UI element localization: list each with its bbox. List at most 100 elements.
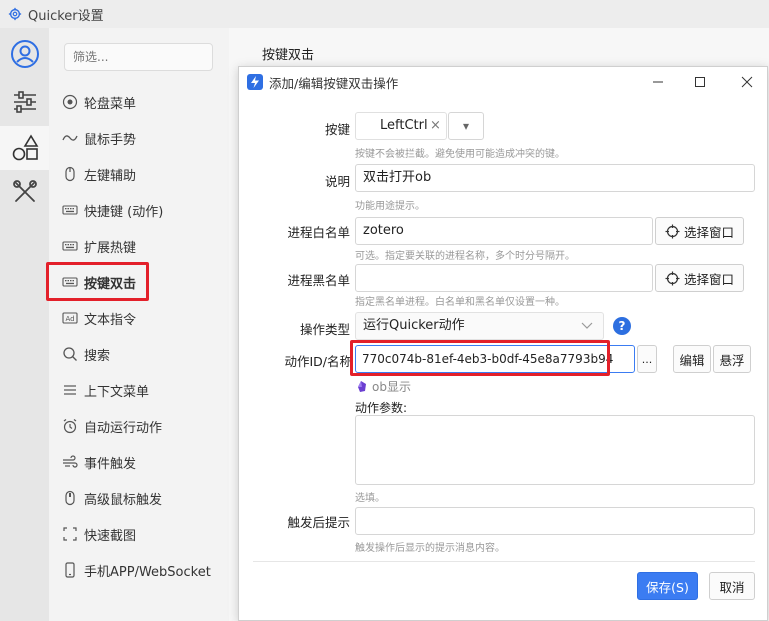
page-title: 按键双击 [262,48,315,63]
sidebar-item-mouse-gesture[interactable]: 鼠标手势 [49,121,229,155]
save-button[interactable]: 保存(S) [637,572,698,600]
sidebar-item-mobile-app[interactable]: 手机APP/WebSocket [49,553,229,587]
maximize-icon [695,77,705,87]
title-bar: Quicker设置 [0,0,769,28]
select-window-label: 选择窗口 [683,224,734,240]
sidebar-item-label: 高级鼠标触发 [84,492,163,508]
blacklist-select-window-button[interactable]: 选择窗口 [655,264,744,292]
params-textarea[interactable] [355,415,755,485]
sidebar-item-label: 快捷键 (动作) [84,204,164,220]
cancel-button[interactable]: 取消 [709,572,755,600]
mouse-icon [62,490,78,506]
gear-icon [8,7,22,21]
after-hint-label: 触发后提示 [287,515,350,530]
help-icon[interactable]: ? [613,317,631,335]
sidebar: 轮盘菜单 鼠标手势 左键辅助 快捷键 (动作) 扩展热键 按键双击 Ad 文本指… [49,28,229,621]
svg-text:Ad: Ad [65,315,74,323]
whitelist-hint: 可选。指定要关联的进程名称，多个时分号隔开。 [355,251,575,262]
sidebar-item-label: 左键辅助 [84,168,137,184]
whitelist-label: 进程白名单 [287,225,350,240]
float-button[interactable]: 悬浮 [713,345,751,373]
action-name-text: ob显示 [372,380,411,394]
key-dropdown-button[interactable]: ▾ [448,112,484,140]
crop-corners-icon [62,526,78,542]
filter-input[interactable] [64,43,213,71]
gesture-wave-icon [62,130,78,146]
rail-user[interactable] [0,34,49,74]
action-name-link[interactable]: ob显示 [356,378,411,395]
keyboard-icon [62,202,78,218]
dialog-title: 添加/编辑按键双击操作 [269,75,399,91]
sidebar-item-label: 快速截图 [84,528,137,544]
sidebar-item-advanced-mouse[interactable]: 高级鼠标触发 [49,481,229,515]
blacklist-hint: 指定黑名单进程。白名单和黑名单仅设置一种。 [355,297,565,308]
description-field[interactable]: 双击打开ob [355,164,755,192]
close-button[interactable] [736,71,758,93]
crosshair-icon [665,224,680,239]
edit-dialog: 添加/编辑按键双击操作 按键 LeftCtrl × ▾ 按键不会被拦截。避免使用… [238,66,768,621]
sidebar-item-label: 轮盘菜单 [84,96,137,112]
sidebar-item-extended-hotkey[interactable]: 扩展热键 [49,229,229,263]
description-label: 说明 [324,174,350,189]
minimize-button[interactable] [647,71,669,93]
blacklist-label: 进程黑名单 [287,273,350,288]
rail-tools[interactable] [0,172,49,212]
window-title: Quicker设置 [28,8,104,24]
sidebar-item-label: 搜索 [84,348,111,364]
sidebar-item-event-trigger[interactable]: 事件触发 [49,445,229,479]
sidebar-item-label: 鼠标手势 [84,132,137,148]
footer-divider [253,561,755,562]
minimize-icon [653,81,663,83]
sidebar-item-label: 自动运行动作 [84,420,163,436]
key-field[interactable]: LeftCtrl × [355,112,447,140]
maximize-button[interactable] [689,71,711,93]
sidebar-item-auto-run[interactable]: 自动运行动作 [49,409,229,443]
sidebar-item-left-click-assist[interactable]: 左键辅助 [49,157,229,191]
sliders-icon [13,91,36,113]
after-hint-field[interactable] [355,507,755,535]
sidebar-item-context-menu[interactable]: 上下文菜单 [49,373,229,407]
whitelist-select-window-button[interactable]: 选择窗口 [655,217,744,245]
phone-icon [62,562,78,578]
action-type-select[interactable]: 运行Quicker动作 [355,312,604,340]
radio-circle-icon [62,94,78,110]
icon-rail [0,28,49,621]
sidebar-item-label: 手机APP/WebSocket [84,564,211,580]
rail-settings[interactable] [0,82,49,122]
more-button[interactable]: ... [637,345,657,373]
blacklist-field[interactable] [355,264,653,292]
whitelist-field[interactable]: zotero [355,217,653,245]
params-hint: 选填。 [355,493,385,504]
quicker-bolt-icon [247,74,263,90]
chevron-down-icon [581,322,593,329]
rail-shapes[interactable] [0,126,49,170]
action-type-label: 操作类型 [299,322,350,337]
key-clear-icon[interactable]: × [430,113,441,139]
action-id-label: 动作ID/名称 [284,354,352,369]
key-label: 按键 [324,122,350,137]
sidebar-item-search[interactable]: 搜索 [49,337,229,371]
action-type-value: 运行Quicker动作 [363,318,465,333]
user-circle-icon [10,40,39,68]
sidebar-item-quick-screenshot[interactable]: 快速截图 [49,517,229,551]
sidebar-item-wheel-menu[interactable]: 轮盘菜单 [49,85,229,119]
tools-icon [12,180,37,202]
sidebar-item-hotkey-action[interactable]: 快捷键 (动作) [49,193,229,227]
crosshair-icon [665,271,680,286]
shapes-icon [12,134,38,161]
description-hint: 功能用途提示。 [355,201,425,212]
sidebar-item-text-command[interactable]: Ad 文本指令 [49,301,229,335]
sidebar-item-label: 事件触发 [84,456,137,472]
obsidian-gem-icon [358,381,366,392]
search-icon [62,346,78,362]
close-icon [741,76,753,88]
alarm-clock-icon [62,418,78,434]
menu-lines-icon [62,382,78,398]
wind-icon [62,454,78,470]
sidebar-highlight-box [46,262,149,301]
select-window-label: 选择窗口 [683,271,734,287]
ad-text-icon: Ad [62,310,78,326]
edit-button[interactable]: 编辑 [673,345,711,373]
after-hint-hint: 触发操作后显示的提示消息内容。 [355,543,505,554]
params-label: 动作参数: [355,401,408,415]
